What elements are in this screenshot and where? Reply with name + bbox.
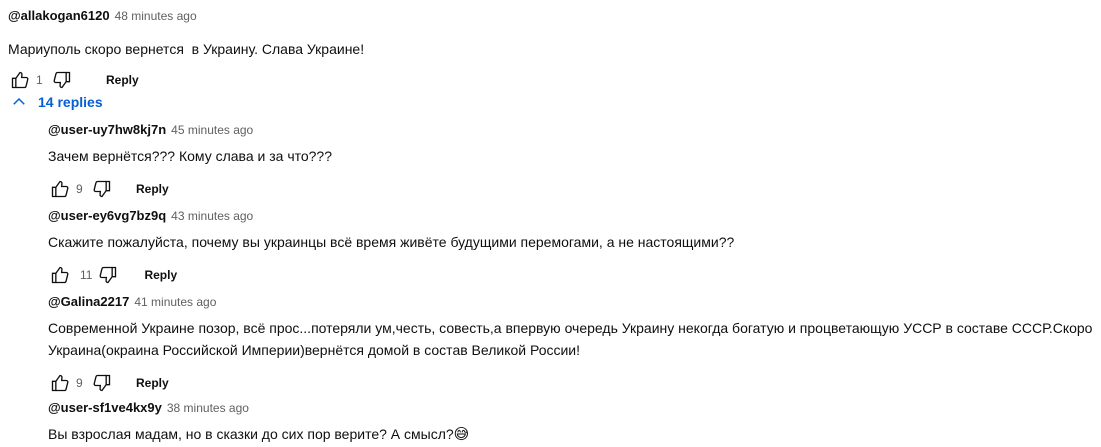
thumb-up-icon [11, 71, 29, 89]
comment-header: @Galina2217 41 minutes ago [48, 294, 1101, 310]
comment-text: Вы взрослая мадам, но в сказки до сих по… [48, 423, 1101, 446]
comment-author[interactable]: @user-uy7hw8kj7n [48, 122, 166, 137]
comment-author[interactable]: @user-sf1ve4kx9y [48, 400, 162, 415]
reply-button[interactable]: Reply [136, 182, 169, 196]
comment-author[interactable]: @user-ey6vg7bz9q [48, 208, 166, 223]
like-count: 1 [36, 73, 43, 87]
replies-toggle-button[interactable]: 14 replies [10, 92, 103, 112]
comment-text: Зачем вернётся??? Кому слава и за что??? [48, 148, 333, 164]
comment-timestamp[interactable]: 41 minutes ago [134, 295, 216, 309]
reply-comment: @user-sf1ve4kx9y 38 minutes ago Вы взрос… [48, 400, 1101, 446]
like-count: 9 [76, 376, 83, 390]
reply-comment: @user-uy7hw8kj7n 45 minutes ago Зачем ве… [48, 122, 1101, 201]
comment-actions: 9 Reply [48, 371, 1101, 395]
thumb-down-icon [93, 374, 111, 392]
like-count: 11 [80, 268, 93, 282]
thumb-up-icon [51, 180, 69, 198]
like-button[interactable] [48, 177, 72, 201]
comment-timestamp[interactable]: 45 minutes ago [171, 123, 253, 137]
comment-timestamp[interactable]: 43 minutes ago [171, 209, 253, 223]
comment-header: @user-uy7hw8kj7n 45 minutes ago [48, 122, 1101, 138]
dislike-button[interactable] [90, 177, 114, 201]
comment-text-content: Вы взрослая мадам, но в сказки до сих по… [48, 426, 454, 442]
comment-header: @allakogan6120 48 minutes ago [8, 8, 1101, 24]
thumb-up-icon [51, 266, 69, 284]
dislike-button[interactable] [50, 68, 74, 92]
reply-button[interactable]: Reply [106, 73, 139, 87]
top-comment: @allakogan6120 48 minutes ago Мариуполь … [8, 8, 1101, 92]
sweat-smile-emoji: 😅 [453, 426, 470, 443]
comment-header: @user-ey6vg7bz9q 43 minutes ago [48, 208, 1101, 224]
comment-text: Современной Украине позор, всё прос...по… [48, 320, 1093, 358]
replies-count-label[interactable]: 14 replies [38, 94, 103, 110]
comment-actions: 1 Reply [8, 68, 1101, 92]
comment-header: @user-sf1ve4kx9y 38 minutes ago [48, 400, 1101, 416]
chevron-up-icon [13, 97, 25, 105]
comment-timestamp[interactable]: 38 minutes ago [167, 401, 249, 415]
comment-author[interactable]: @Galina2217 [48, 294, 129, 309]
thumb-down-icon [53, 71, 71, 89]
dislike-button[interactable] [90, 371, 114, 395]
like-count: 9 [76, 182, 83, 196]
like-button[interactable] [48, 371, 72, 395]
thumb-down-icon [100, 266, 117, 284]
thumb-down-icon [93, 180, 111, 198]
comment-text: Скажите пожалуйста, почему вы украинцы в… [48, 234, 735, 250]
like-button[interactable] [8, 68, 32, 92]
reply-button[interactable]: Reply [136, 376, 169, 390]
thumb-up-icon [51, 374, 69, 392]
comment-actions: 9 Reply [48, 177, 1101, 201]
comment-timestamp[interactable]: 48 minutes ago [115, 9, 197, 23]
like-button[interactable] [48, 263, 72, 287]
comment-text: Мариуполь скоро вернется в Украину. Слав… [8, 41, 365, 57]
comment-author[interactable]: @allakogan6120 [8, 8, 110, 23]
reply-comment: @Galina2217 41 minutes ago Современной У… [48, 294, 1101, 395]
dislike-button[interactable] [96, 263, 120, 287]
reply-button[interactable]: Reply [144, 268, 177, 282]
reply-comment: @user-ey6vg7bz9q 43 minutes ago Скажите … [48, 208, 1101, 287]
comment-actions: 11 Reply [48, 263, 1101, 287]
